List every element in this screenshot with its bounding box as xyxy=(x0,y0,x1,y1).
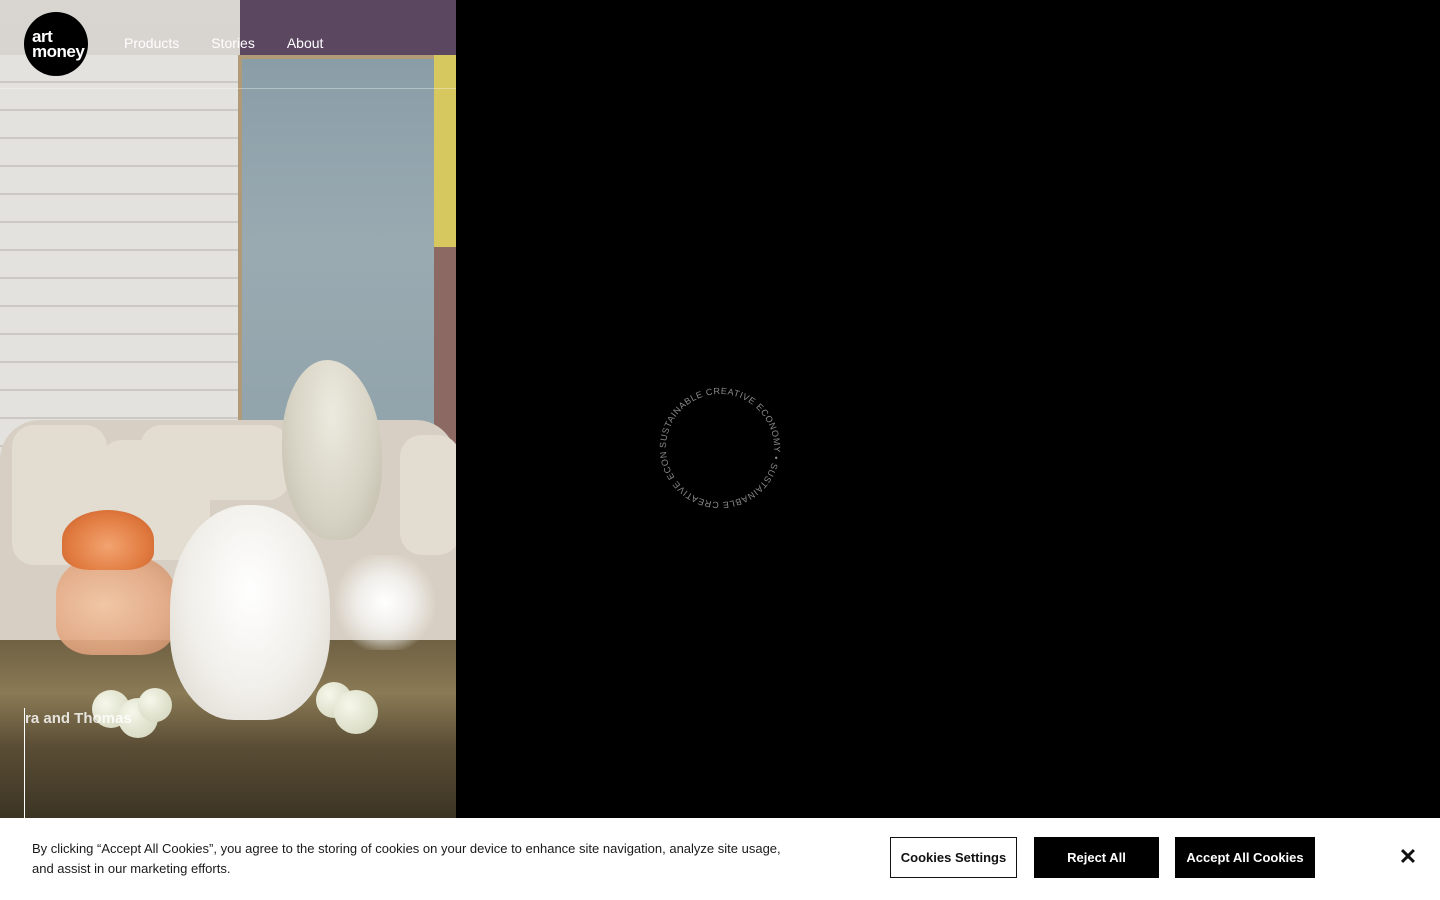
main-nav: Products Stories About xyxy=(124,35,323,51)
cushion xyxy=(140,425,290,500)
art-money-logo[interactable]: art money xyxy=(24,12,88,76)
accept-all-cookies-button[interactable]: Accept All Cookies xyxy=(1175,837,1315,878)
header-divider xyxy=(0,88,456,89)
coral-sculpture xyxy=(62,510,154,570)
close-icon[interactable]: ✕ xyxy=(1396,845,1420,869)
cookie-consent-text: By clicking “Accept All Cookies”, you ag… xyxy=(32,841,781,876)
reject-all-button[interactable]: Reject All xyxy=(1034,837,1159,878)
cushion xyxy=(400,435,456,555)
hero-image xyxy=(0,0,456,818)
sphere xyxy=(138,688,172,722)
vase xyxy=(56,555,176,655)
logo-line-2: money xyxy=(32,42,85,61)
hero-caption[interactable]: ra and Thomas xyxy=(25,710,132,727)
sustainable-creative-economy-badge: SUSTAINABLE CREATIVE ECONOMY • SUSTAINAB… xyxy=(655,383,782,510)
nav-stories[interactable]: Stories xyxy=(211,35,255,51)
cookies-settings-button[interactable]: Cookies Settings xyxy=(890,837,1017,878)
sphere xyxy=(334,690,378,734)
artwork-yellow-panel xyxy=(434,55,456,247)
nav-products[interactable]: Products xyxy=(124,35,179,51)
cookie-banner: By clicking “Accept All Cookies”, you ag… xyxy=(0,818,1440,900)
artwork-mauve-panel xyxy=(434,247,456,447)
nav-about[interactable]: About xyxy=(287,35,324,51)
badge-text: SUSTAINABLE CREATIVE ECONOMY • SUSTAINAB… xyxy=(655,383,782,510)
feather-sculpture xyxy=(335,555,435,650)
head-sculpture xyxy=(170,505,330,720)
